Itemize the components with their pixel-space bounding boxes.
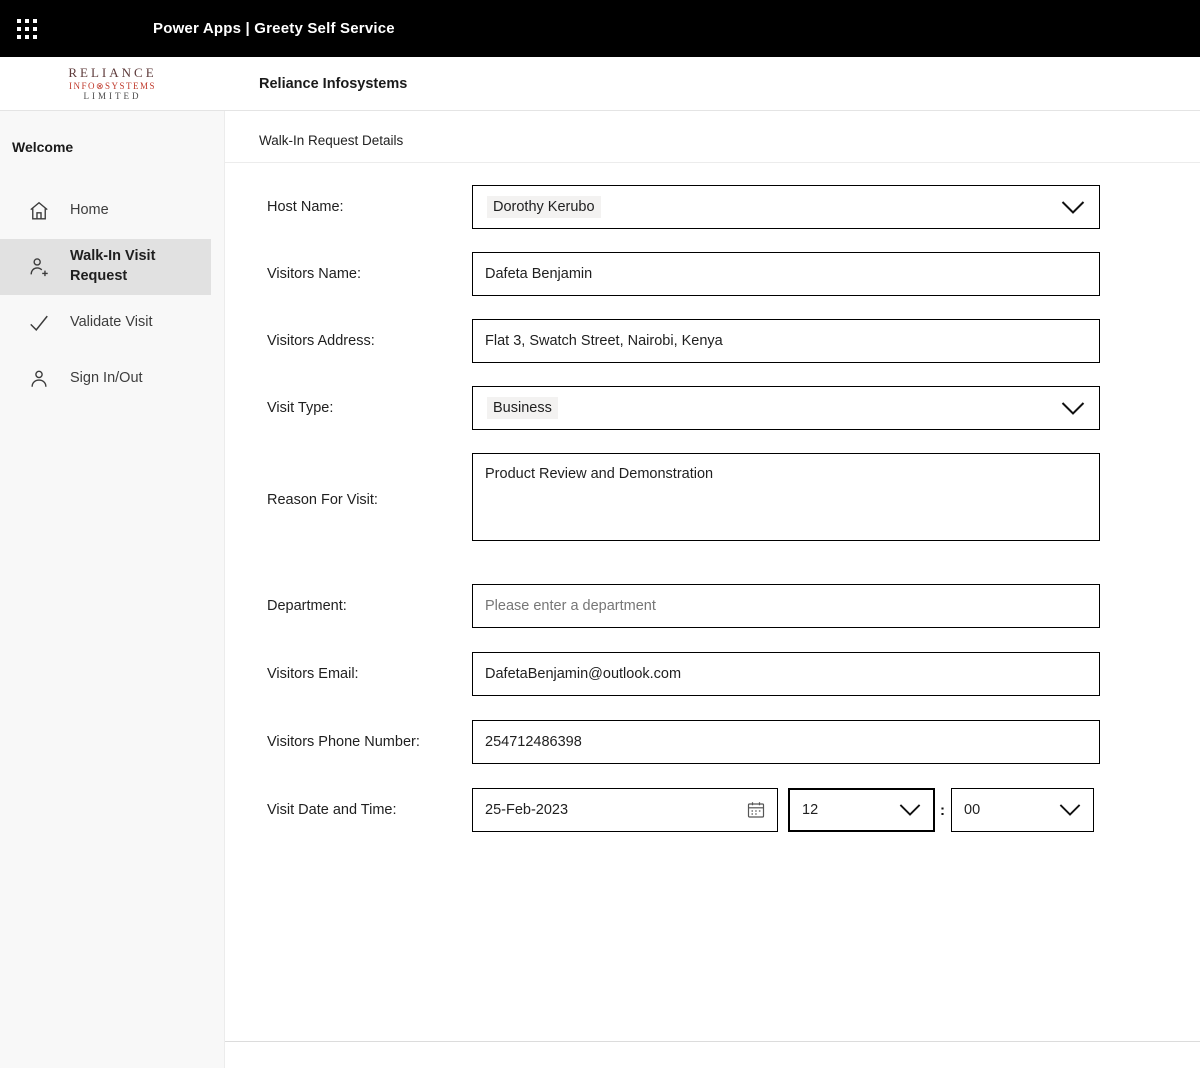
sidebar-item-label: Validate Visit [70,313,152,333]
app-title: Power Apps | Greety Self Service [153,20,395,37]
home-icon [28,200,50,222]
sidebar-item-sign-in-out[interactable]: Sign In/Out [0,351,211,407]
visit-date-picker[interactable]: 25-Feb-2023 [472,788,778,832]
field-row-visit-type: Visit Type: Business [267,386,1200,430]
field-row-visit-datetime: Visit Date and Time: 25-Feb-2023 [267,788,1200,832]
header-bar: RELIANCE INFO⊗SYSTEMS LIMITED Reliance I… [0,57,1200,111]
reason-textarea[interactable]: Product Review and Demonstration [472,453,1100,541]
sidebar-item-validate-visit[interactable]: Validate Visit [0,295,211,351]
time-separator: : [940,802,945,819]
field-row-visitors-address: Visitors Address: [267,319,1200,363]
company-logo: RELIANCE INFO⊗SYSTEMS LIMITED [0,66,225,102]
sidebar-item-label: Sign In/Out [70,369,143,389]
host-name-dropdown[interactable]: Dorothy Kerubo [472,185,1100,229]
field-row-reason: Reason For Visit: Product Review and Dem… [267,453,1200,546]
logo-line-3: LIMITED [84,91,142,101]
reason-label: Reason For Visit: [267,492,472,508]
department-input[interactable] [472,584,1100,628]
visitors-email-input[interactable] [472,652,1100,696]
main-content: Walk-In Request Details Host Name: Dorot… [225,111,1200,1068]
field-row-host-name: Host Name: Dorothy Kerubo [267,185,1200,229]
app-window: Power Apps | Greety Self Service RELIANC… [0,0,1200,1068]
field-row-department: Department: [267,584,1200,628]
sidebar-item-label: Home [70,201,109,221]
visit-type-label: Visit Type: [267,400,472,416]
visit-type-value: Business [487,397,558,419]
sidebar-item-walk-in-visit-request[interactable]: Walk-In Visit Request [0,239,211,295]
logo-line-1: RELIANCE [68,66,156,81]
person-icon [28,368,50,390]
host-name-value: Dorothy Kerubo [487,196,601,218]
field-row-visitors-name: Visitors Name: [267,252,1200,296]
check-icon [28,312,50,334]
visitors-address-label: Visitors Address: [267,333,472,349]
visitors-address-input[interactable] [472,319,1100,363]
walk-in-request-form: Host Name: Dorothy Kerubo Visitors Name: [225,163,1200,855]
host-name-label: Host Name: [267,199,472,215]
sidebar-item-home[interactable]: Home [0,183,211,239]
visit-minute-value: 00 [964,802,980,818]
datetime-controls: 25-Feb-2023 12 : [472,788,1100,832]
chevron-down-icon [1061,201,1085,214]
sidebar-nav: Home Walk-In Visit Request [0,183,224,407]
visit-date-value: 25-Feb-2023 [485,802,568,818]
visit-hour-value: 12 [802,802,818,818]
visitors-phone-input[interactable] [472,720,1100,764]
visit-minute-dropdown[interactable]: 00 [951,788,1094,832]
department-label: Department: [267,598,472,614]
bottom-divider [225,1041,1200,1042]
app-launcher-waffle-icon[interactable] [16,18,38,40]
visitors-phone-label: Visitors Phone Number: [267,734,472,750]
page-title: Walk-In Request Details [225,111,1200,163]
company-name: Reliance Infosystems [259,76,407,92]
sidebar-item-label: Walk-In Visit Request [70,247,203,286]
welcome-heading: Welcome [0,111,224,155]
calendar-icon [747,801,765,819]
visitors-name-input[interactable] [472,252,1100,296]
waffle-grid-icon [17,19,37,39]
top-app-bar: Power Apps | Greety Self Service [0,0,1200,57]
field-row-visitors-email: Visitors Email: [267,652,1200,696]
visitors-email-label: Visitors Email: [267,666,472,682]
field-row-visitors-phone: Visitors Phone Number: [267,720,1200,764]
chevron-down-icon [1059,804,1081,816]
sidebar: Welcome Home [0,111,225,1068]
chevron-down-icon [1061,402,1085,415]
logo-line-2: INFO⊗SYSTEMS [69,81,156,91]
visitors-name-label: Visitors Name: [267,266,472,282]
person-add-icon [28,256,50,278]
visit-hour-dropdown[interactable]: 12 [788,788,935,832]
visit-datetime-label: Visit Date and Time: [267,802,472,818]
visit-type-dropdown[interactable]: Business [472,386,1100,430]
chevron-down-icon [899,804,921,816]
